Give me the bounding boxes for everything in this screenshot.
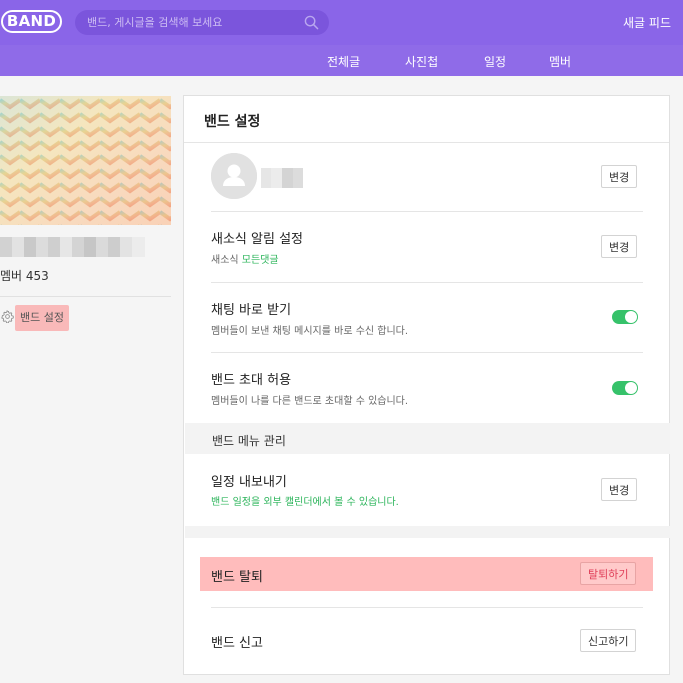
search-box[interactable] <box>75 10 329 35</box>
invite-toggle[interactable] <box>612 381 638 395</box>
new-feed-link[interactable]: 새글 피드 <box>623 14 671 31</box>
menu-management-label: 밴드 메뉴 관리 <box>212 434 286 448</box>
export-change-button[interactable]: 변경 <box>601 478 638 501</box>
tab-photos[interactable]: 사진첩 <box>405 53 438 70</box>
tab-all-posts[interactable]: 전체글 <box>327 53 360 70</box>
profile-change-button[interactable]: 변경 <box>601 165 638 188</box>
member-count[interactable]: 멤버 453 <box>0 267 49 284</box>
search-icon[interactable] <box>304 15 319 30</box>
leave-band-title: 밴드 탈퇴 <box>211 570 263 585</box>
invite-setting-description: 멤버들이 나를 다른 밴드로 초대할 수 있습니다. <box>211 396 409 407</box>
chat-setting-title: 채팅 바로 받기 <box>211 303 292 318</box>
avatar[interactable] <box>211 153 257 199</box>
band-name-blurred <box>0 237 145 257</box>
band-logo[interactable]: BAND <box>1 10 62 33</box>
top-bar: BAND 새글 피드 <box>0 0 683 45</box>
search-input[interactable] <box>87 10 297 35</box>
divider <box>211 607 643 608</box>
divider <box>211 352 643 353</box>
divider <box>211 211 643 212</box>
export-schedule-description: 밴드 일정을 외부 캘린더에서 볼 수 있습니다. <box>211 497 399 508</box>
leave-band-row: 밴드 탈퇴 탈퇴하기 <box>200 557 653 591</box>
menu-management-section: 밴드 메뉴 관리 <box>185 423 670 454</box>
divider <box>211 282 643 283</box>
export-schedule-title: 일정 내보내기 <box>211 475 287 490</box>
leave-band-button[interactable]: 탈퇴하기 <box>580 562 637 585</box>
tab-schedule[interactable]: 일정 <box>484 53 506 70</box>
report-band-title: 밴드 신고 <box>211 636 263 651</box>
user-icon <box>211 153 257 199</box>
notification-change-button[interactable]: 변경 <box>601 235 638 258</box>
invite-setting-title: 밴드 초대 허용 <box>211 373 292 388</box>
band-nav: 전체글 사진첩 일정 멤버 <box>0 45 683 76</box>
notification-sub-prefix: 새소식 <box>211 255 239 266</box>
notification-sub-value: 모든댓글 <box>241 255 279 266</box>
tab-members[interactable]: 멤버 <box>549 53 571 70</box>
divider <box>184 142 669 143</box>
chat-setting-description: 멤버들이 보낸 채팅 메시지를 바로 수신 합니다. <box>211 326 409 337</box>
notification-settings-sub: 새소식 모든댓글 <box>211 251 279 266</box>
page-title: 밴드 설정 <box>204 114 261 130</box>
sidebar-band-settings[interactable]: 밴드 설정 <box>15 305 69 331</box>
band-settings-panel: 밴드 설정 변경 새소식 알림 설정 새소식 모든댓글 변경 채팅 바로 받기 … <box>183 95 670 675</box>
gear-icon <box>1 310 14 323</box>
notification-settings-title: 새소식 알림 설정 <box>211 232 303 247</box>
band-cover-image <box>0 96 171 225</box>
profile-name-blurred <box>261 168 303 188</box>
report-band-button[interactable]: 신고하기 <box>580 629 637 652</box>
section-gap <box>185 526 670 538</box>
sidebar-divider <box>0 296 171 297</box>
chat-toggle[interactable] <box>612 310 638 324</box>
